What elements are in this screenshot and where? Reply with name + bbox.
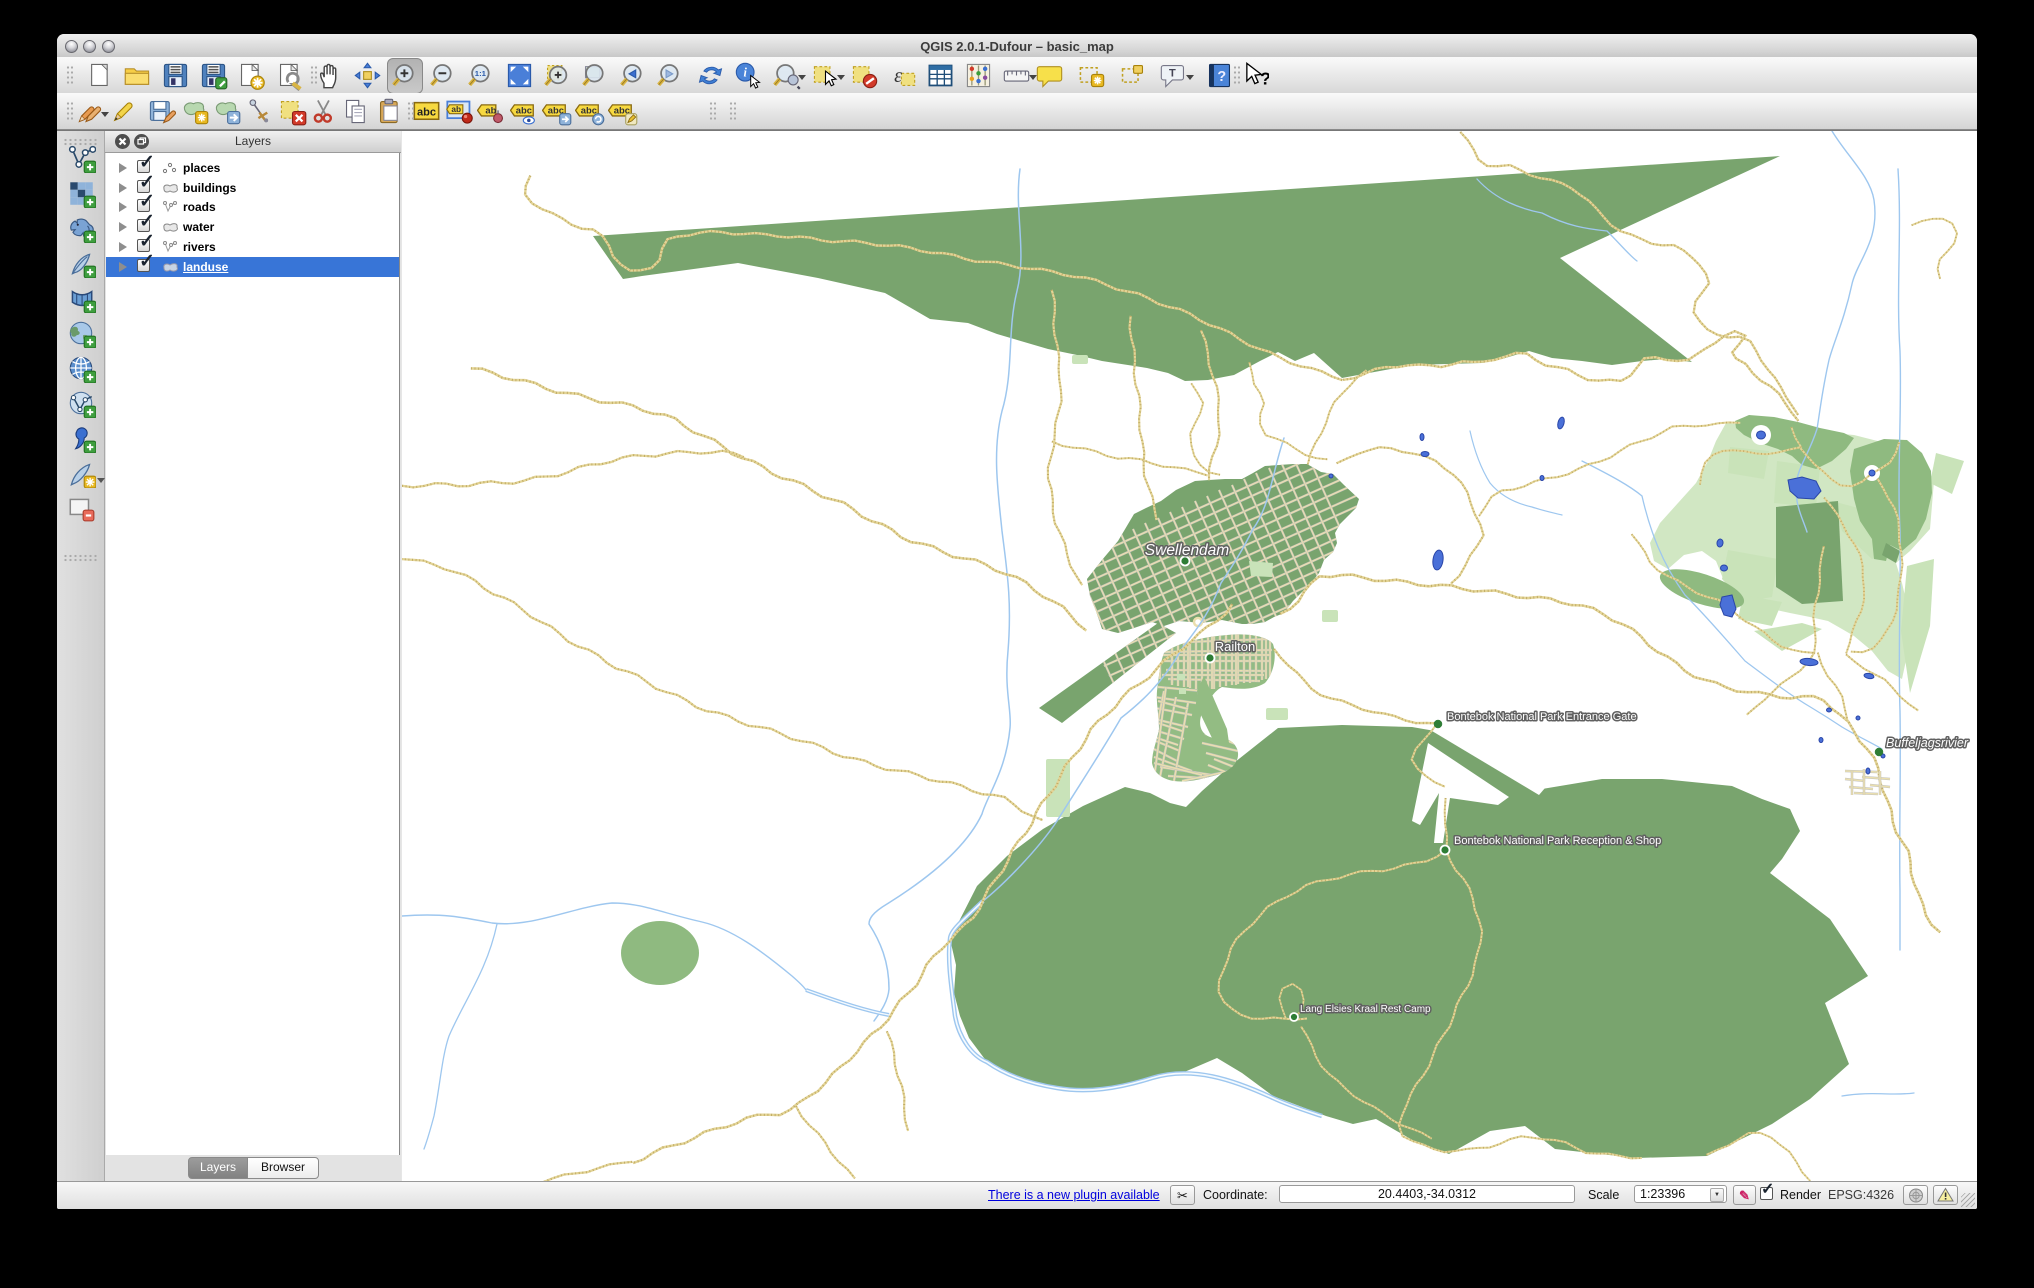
svg-text:?: ? (1217, 69, 1226, 85)
svg-text:Bontebok National Park Entranc: Bontebok National Park Entrance Gate (1447, 711, 1637, 723)
svg-text:T: T (1169, 68, 1176, 80)
svg-text:Lang Elsies Kraal Rest Camp: Lang Elsies Kraal Rest Camp (1300, 1004, 1431, 1015)
svg-text:Railton: Railton (1215, 639, 1255, 654)
svg-text:abc: abc (581, 105, 597, 116)
svg-text:1:1: 1:1 (475, 69, 487, 78)
svg-text:ab: ab (451, 104, 461, 114)
svg-text:Buffeljagsrivier: Buffeljagsrivier (1886, 736, 1969, 750)
svg-text:Bontebok National Park Recepti: Bontebok National Park Reception & Shop (1454, 835, 1661, 847)
svg-text:ab: ab (485, 105, 496, 116)
svg-text:Swellendam: Swellendam (1145, 542, 1230, 559)
svg-text:abc: abc (417, 106, 436, 118)
svg-text:ε: ε (894, 65, 902, 87)
svg-text:abc: abc (515, 105, 531, 116)
svg-text:?: ? (1260, 68, 1269, 88)
